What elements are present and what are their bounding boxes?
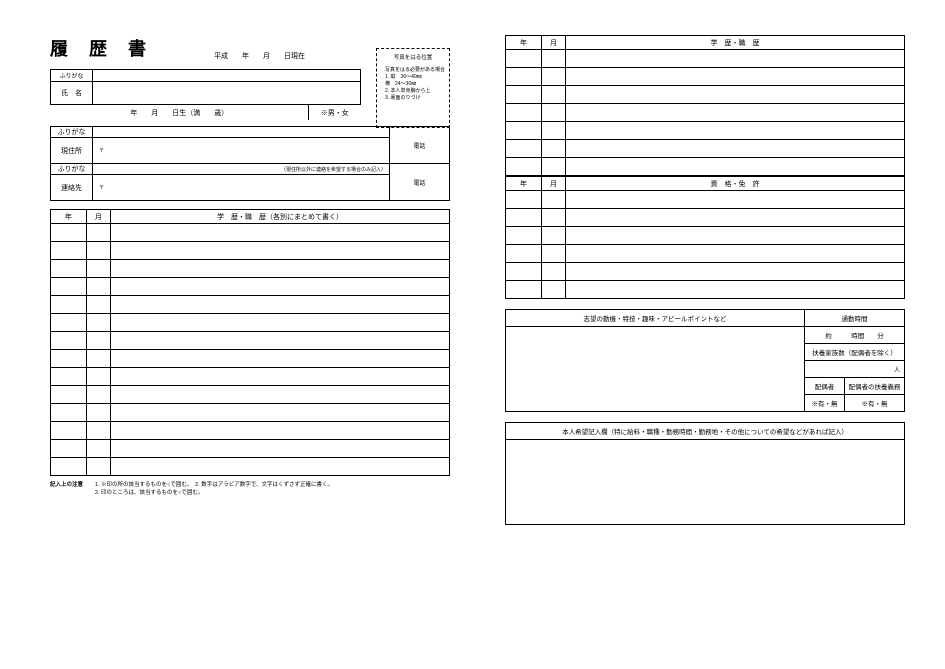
table-row[interactable]	[506, 158, 905, 176]
table-row[interactable]	[51, 386, 450, 404]
history-table-left: 年 月 学 歴・職 歴（各別にまとめて書く）	[50, 209, 450, 476]
commute-header: 通勤時間	[805, 310, 905, 327]
photo-note-line: 1. 縦 36～40㎜	[385, 74, 445, 81]
table-row[interactable]	[506, 245, 905, 263]
col-title: 学 歴・職 歴	[566, 36, 905, 50]
table-row[interactable]	[506, 68, 905, 86]
name-block: ふりがな 氏 名 年 月 日生（満 歳） ※男・女	[50, 69, 361, 120]
contact-label: 連絡先	[51, 175, 93, 201]
postal-icon: 〒	[96, 185, 104, 191]
page-title: 履 歴 書	[50, 35, 154, 61]
contact-furigana-label: ふりがな	[51, 164, 93, 175]
table-row[interactable]	[51, 368, 450, 386]
table-row[interactable]	[51, 458, 450, 476]
col-month: 月	[542, 36, 566, 50]
photo-note: 写真をはる位置 写真をはる必要がある場合 1. 縦 36～40㎜ 横 24～30…	[376, 48, 450, 128]
gender-select[interactable]: ※男・女	[309, 105, 361, 120]
contact-field[interactable]: 〒	[93, 175, 390, 201]
spouse-dep-label: 配偶者の扶養義務	[845, 378, 905, 395]
table-row[interactable]	[506, 209, 905, 227]
postal-icon: 〒	[96, 148, 104, 154]
wishes-field[interactable]	[506, 440, 905, 525]
table-row[interactable]	[506, 86, 905, 104]
footnotes: 記入上の注意 ※印の所の該当するものを○で囲む。 2. 数字はアラビア数字で、文…	[50, 480, 450, 496]
photo-note-title: 写真をはる位置	[381, 55, 445, 63]
spouse-select[interactable]: ※有・無	[805, 395, 845, 412]
table-row[interactable]	[506, 263, 905, 281]
addr-field[interactable]: 〒	[93, 138, 390, 164]
asof-label: 平成 年 月 日現在	[214, 51, 305, 61]
table-row[interactable]	[51, 350, 450, 368]
wishes-header: 本人希望記入欄（特に給料・職種・勤務時間・勤務地・その他についての希望などがあれ…	[506, 423, 905, 440]
footnote-line: 印のところは、該当するものを○で囲む。	[101, 488, 333, 496]
table-row[interactable]	[506, 227, 905, 245]
addr-furigana-label: ふりがな	[51, 127, 93, 138]
photo-note-line: 写真をはる必要がある場合	[385, 67, 445, 74]
table-row[interactable]	[51, 440, 450, 458]
tel-label-2: 電話	[390, 164, 450, 201]
table-row[interactable]	[51, 242, 450, 260]
table-row[interactable]	[506, 50, 905, 68]
motivation-header: 志望の動機・特技・趣味・アピールポイントなど	[506, 310, 805, 327]
table-row[interactable]	[506, 281, 905, 299]
table-row[interactable]	[51, 224, 450, 242]
photo-note-line: 3. 裏面のりづけ	[385, 95, 445, 102]
wishes-box: 本人希望記入欄（特に給料・職種・勤務時間・勤務地・その他についての希望などがあれ…	[505, 422, 905, 525]
tel-label: 電話	[390, 127, 450, 164]
table-row[interactable]	[51, 404, 450, 422]
dob-field[interactable]: 年 月 日生（満 歳）	[51, 105, 309, 120]
dependents-label: 扶養家族数（配偶者を除く）	[805, 344, 905, 361]
furigana-field[interactable]	[93, 70, 361, 82]
col-month: 月	[87, 210, 111, 224]
motivation-commute-box: 志望の動機・特技・趣味・アピールポイントなど 通勤時間 約 時間 分 扶養家族数…	[505, 309, 905, 412]
spouse-dep-select[interactable]: ※有・無	[845, 395, 905, 412]
footnote-label: 記入上の注意	[50, 480, 83, 496]
col-title: 資 格・免 許	[566, 177, 905, 191]
addr-furigana-field[interactable]	[93, 127, 390, 138]
addr-label: 現住所	[51, 138, 93, 164]
license-rows	[506, 191, 905, 299]
name-label: 氏 名	[51, 82, 93, 105]
spouse-label: 配偶者	[805, 378, 845, 395]
col-year: 年	[506, 177, 542, 191]
col-year: 年	[506, 36, 542, 50]
col-year: 年	[51, 210, 87, 224]
history-table-right: 年 月 学 歴・職 歴	[505, 35, 905, 176]
table-row[interactable]	[506, 122, 905, 140]
col-title: 学 歴・職 歴（各別にまとめて書く）	[111, 210, 450, 224]
col-month: 月	[542, 177, 566, 191]
table-row[interactable]	[51, 278, 450, 296]
name-field[interactable]	[93, 82, 361, 105]
commute-value[interactable]: 約 時間 分	[805, 327, 905, 344]
photo-note-line: 2. 本人単身胸から上	[385, 88, 445, 95]
table-row[interactable]	[51, 260, 450, 278]
table-row[interactable]	[506, 104, 905, 122]
motivation-field[interactable]	[506, 327, 805, 412]
table-row[interactable]	[506, 140, 905, 158]
history-rows-right1	[506, 50, 905, 176]
dependents-field[interactable]: 人	[805, 361, 905, 378]
table-row[interactable]	[51, 422, 450, 440]
history-rows-left	[51, 224, 450, 476]
table-row[interactable]	[51, 296, 450, 314]
table-row[interactable]	[51, 332, 450, 350]
furigana-label: ふりがな	[51, 70, 93, 82]
license-table: 年 月 資 格・免 許	[505, 176, 905, 299]
table-row[interactable]	[506, 191, 905, 209]
footnote-line: ※印の所の該当するものを○で囲む。 2. 数字はアラビア数字で、文字はくずさず正…	[101, 480, 333, 488]
photo-note-line: 横 24～30㎜	[385, 81, 445, 88]
address-block: ふりがな 電話 現住所 〒 ふりがな （現住所以外に連絡を希望する場合のみ記入）…	[50, 126, 450, 201]
contact-note: （現住所以外に連絡を希望する場合のみ記入）	[93, 164, 390, 175]
table-row[interactable]	[51, 314, 450, 332]
